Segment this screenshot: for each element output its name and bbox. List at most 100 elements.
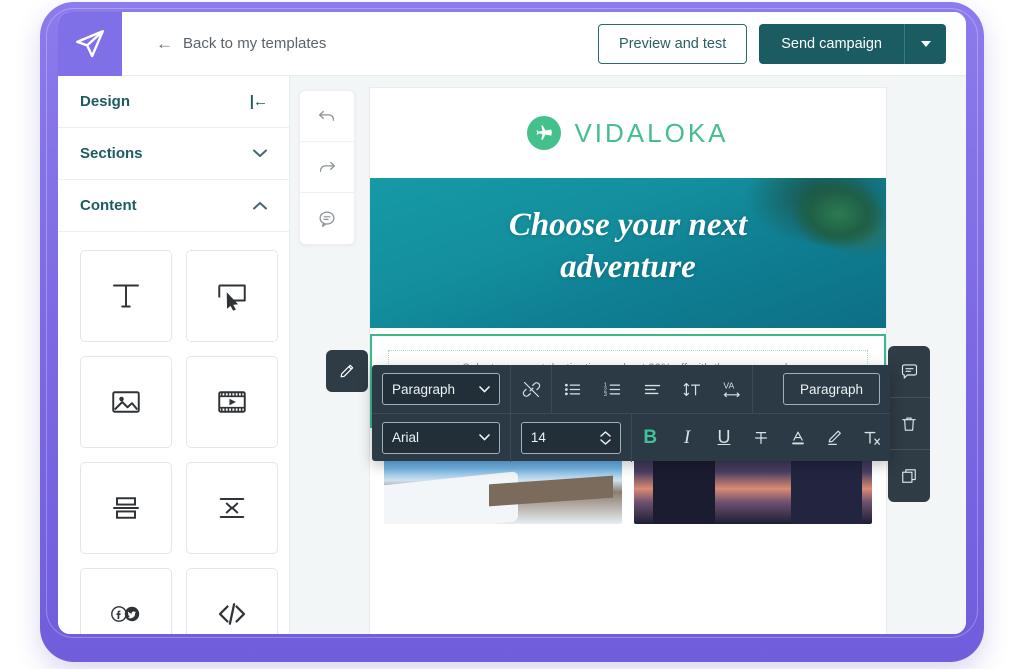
layout-rows-icon xyxy=(113,497,139,519)
app-window: ← Back to my templates Preview and test … xyxy=(58,12,966,634)
highlighter-icon xyxy=(827,430,841,445)
redo-button[interactable] xyxy=(300,142,354,193)
button-block-tile[interactable] xyxy=(186,250,278,342)
text-block-tile[interactable] xyxy=(80,250,172,342)
comment-button[interactable] xyxy=(300,193,354,244)
edit-block-button[interactable] xyxy=(326,350,368,392)
chevron-up-icon xyxy=(253,202,267,210)
block-delete-button[interactable] xyxy=(888,398,930,450)
block-actions-panel xyxy=(888,346,930,502)
html-block-tile[interactable] xyxy=(186,568,278,634)
chevron-down-icon xyxy=(920,40,931,47)
social-block-tile[interactable] xyxy=(80,568,172,634)
paper-plane-icon xyxy=(76,29,104,57)
strikethrough-icon xyxy=(754,431,767,444)
font-size-value: 14 xyxy=(530,430,546,445)
text-icon xyxy=(113,284,139,308)
clear-format-button[interactable] xyxy=(853,414,890,462)
toolbar-row-font: Arial 14 B I U xyxy=(372,413,890,462)
clear-format-icon xyxy=(863,431,880,445)
bold-button[interactable]: B xyxy=(632,414,669,462)
back-to-templates-link[interactable]: ← Back to my templates xyxy=(156,35,326,52)
spacer-block-tile[interactable] xyxy=(186,462,278,554)
layout-block-tile[interactable] xyxy=(80,462,172,554)
code-icon xyxy=(218,603,246,625)
redo-icon xyxy=(319,161,335,172)
paragraph-button[interactable]: Paragraph xyxy=(782,373,880,405)
brand-badge xyxy=(527,116,562,150)
align-left-icon[interactable] xyxy=(632,365,672,413)
image-block-tile[interactable] xyxy=(80,356,172,448)
social-icons-icon xyxy=(111,606,140,622)
pencil-icon xyxy=(340,364,354,378)
toolbar-divider xyxy=(752,365,753,413)
brand-name: VIDALOKA xyxy=(574,117,729,148)
comment-icon xyxy=(319,210,335,227)
hero-title: Choose your next adventure xyxy=(370,204,886,288)
spacer-icon xyxy=(219,497,245,519)
hero-title-line1: Choose your next xyxy=(508,207,748,243)
collapse-panel-icon[interactable]: |← xyxy=(250,93,268,110)
chevron-down-icon xyxy=(479,385,490,392)
send-campaign-button[interactable]: Send campaign xyxy=(759,23,904,64)
email-preview: VIDALOKA Choose your next adventure Sele… xyxy=(326,88,930,634)
numbered-list-icon[interactable]: 1 2 3 xyxy=(592,365,632,413)
sidebar-item-sections[interactable]: Sections xyxy=(58,128,289,180)
highlight-button[interactable] xyxy=(816,414,853,462)
text-format-toolbar: Paragraph 1 2 3 VA Paragraph Arial 14 B … xyxy=(372,365,890,462)
strikethrough-button[interactable] xyxy=(742,414,779,462)
back-link-label: Back to my templates xyxy=(183,35,327,52)
font-size-stepper[interactable]: 14 xyxy=(520,421,621,454)
paragraph-style-value: Paragraph xyxy=(392,381,456,397)
text-color-button[interactable] xyxy=(779,414,816,462)
history-toolbar xyxy=(299,90,355,245)
sidebar-item-design[interactable]: Design |← xyxy=(58,76,289,128)
cursor-click-icon xyxy=(218,284,246,311)
svg-text:3: 3 xyxy=(603,391,606,397)
bullet-list-icon[interactable] xyxy=(552,365,592,413)
block-comment-button[interactable] xyxy=(888,346,930,398)
underline-glyph: U xyxy=(717,427,731,447)
preview-and-test-button[interactable]: Preview and test xyxy=(598,23,748,64)
toolbar-row-paragraph: Paragraph 1 2 3 VA Paragraph xyxy=(372,365,890,413)
letter-spacing-icon[interactable]: VA xyxy=(712,365,752,413)
topbar-actions: Preview and test Send campaign xyxy=(598,23,966,64)
chevron-down-icon xyxy=(479,434,490,441)
stepper-arrows-icon[interactable] xyxy=(600,430,611,445)
undo-button[interactable] xyxy=(300,91,354,142)
sidebar-item-label: Design xyxy=(80,93,131,110)
comment-icon xyxy=(901,364,917,379)
left-sidebar: Design |← Sections Content xyxy=(58,76,290,634)
app-logo[interactable] xyxy=(58,12,122,76)
sidebar-item-content[interactable]: Content xyxy=(58,180,289,232)
paragraph-style-select[interactable]: Paragraph xyxy=(382,373,500,405)
text-color-icon xyxy=(791,431,804,444)
toolbar-divider xyxy=(510,413,511,462)
undo-icon xyxy=(319,110,335,121)
send-campaign-dropdown-button[interactable] xyxy=(904,23,946,64)
video-icon xyxy=(218,391,246,413)
font-family-value: Arial xyxy=(392,430,420,445)
back-arrow-icon: ← xyxy=(156,34,173,53)
hero-banner[interactable]: Choose your next adventure xyxy=(370,178,886,328)
trash-icon xyxy=(902,416,916,431)
svg-text:VA: VA xyxy=(723,380,734,390)
airplane-icon xyxy=(536,125,553,140)
font-family-select[interactable]: Arial xyxy=(382,421,500,454)
italic-glyph: I xyxy=(683,426,691,448)
sidebar-item-label: Sections xyxy=(80,145,143,162)
block-duplicate-button[interactable] xyxy=(888,450,930,502)
line-height-icon[interactable] xyxy=(672,365,712,413)
chevron-down-icon xyxy=(253,149,267,157)
hero-title-line2: adventure xyxy=(560,249,696,286)
italic-button[interactable]: I xyxy=(669,414,706,462)
unlink-icon[interactable] xyxy=(511,365,551,413)
image-icon xyxy=(112,391,140,413)
chevron-up-icon xyxy=(600,430,611,437)
underline-button[interactable]: U xyxy=(706,414,743,462)
editor-canvas: VIDALOKA Choose your next adventure Sele… xyxy=(290,76,966,634)
video-block-tile[interactable] xyxy=(186,356,278,448)
email-logo-section: VIDALOKA xyxy=(370,88,886,178)
content-blocks-grid xyxy=(58,232,289,634)
sidebar-item-label: Content xyxy=(80,197,137,214)
